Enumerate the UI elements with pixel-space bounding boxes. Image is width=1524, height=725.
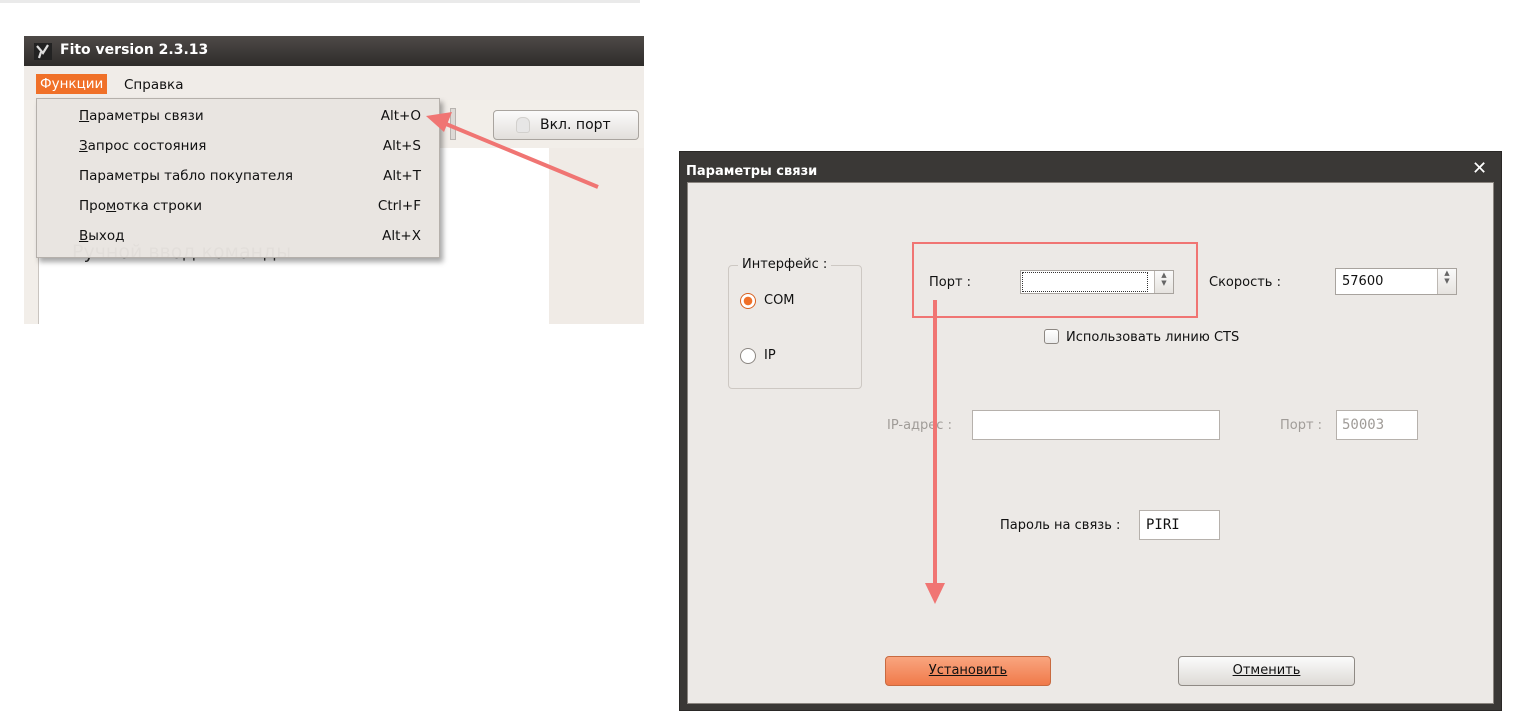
arrow-head-button <box>925 583 945 604</box>
arrow-head-menu <box>426 112 452 132</box>
arrow-to-menu <box>445 122 599 189</box>
annotation-arrows <box>426 112 945 604</box>
